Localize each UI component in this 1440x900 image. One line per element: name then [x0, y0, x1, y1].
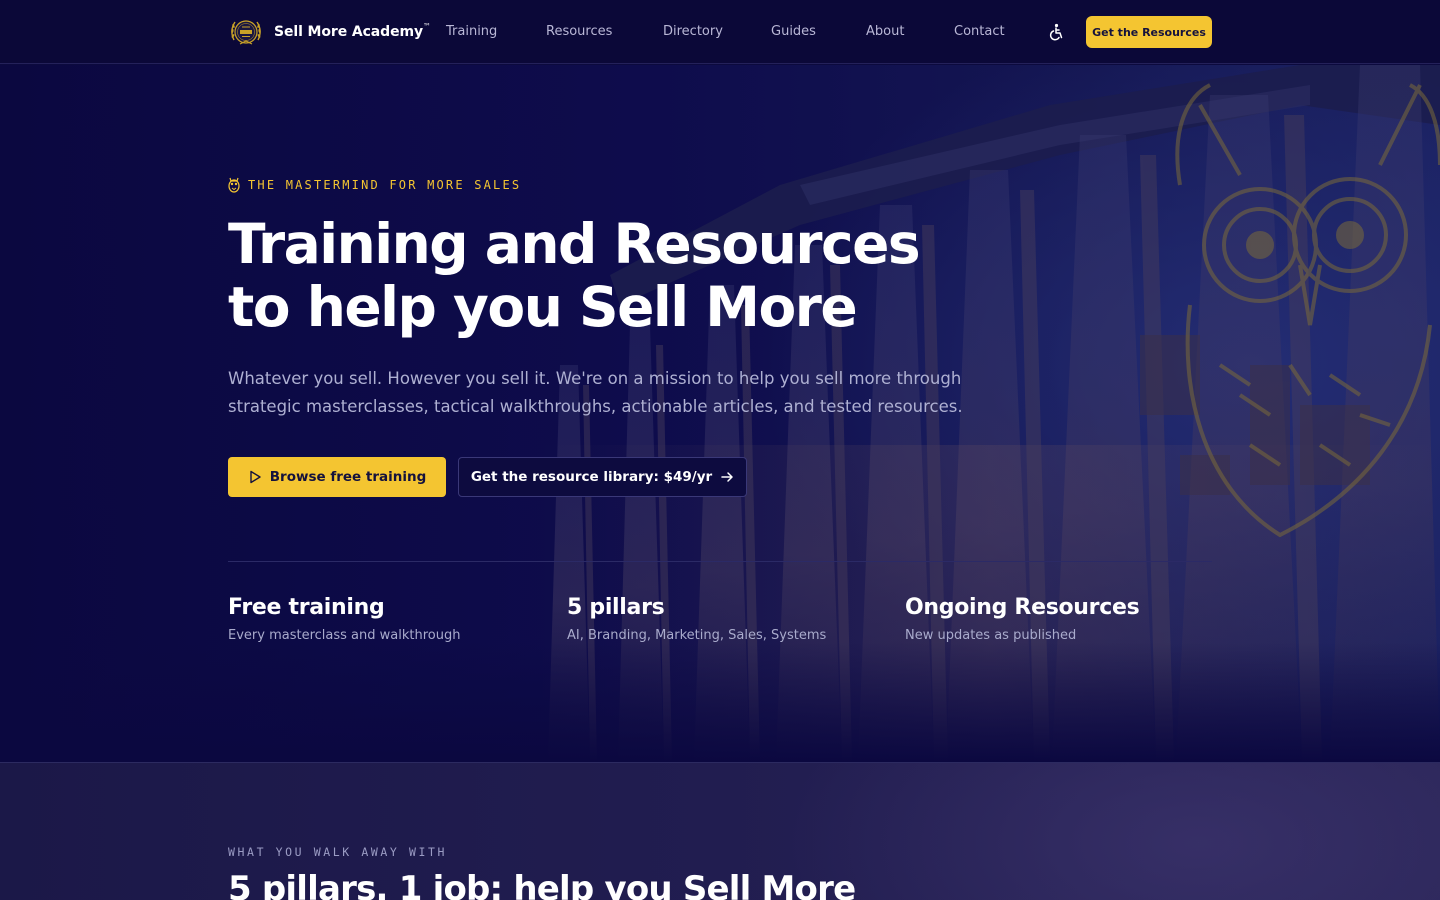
accessibility-icon[interactable] — [1046, 22, 1066, 42]
arrow-right-icon — [721, 472, 733, 482]
stat-description: AI, Branding, Marketing, Sales, Systems — [567, 628, 827, 643]
nav-item-contact[interactable]: Contact — [954, 24, 1005, 39]
top-navigation: Sell More Academy™ Training Resources Di… — [0, 0, 1440, 64]
stat-description: Every masterclass and walkthrough — [228, 628, 461, 643]
nav-item-directory[interactable]: Directory — [663, 24, 723, 39]
pillars-section: WHAT YOU WALK AWAY WITH 5 pillars. 1 job… — [0, 762, 1440, 900]
resource-library-button[interactable]: Get the resource library: $49/yr — [458, 457, 747, 497]
brand-link[interactable]: Sell More Academy™ — [228, 14, 431, 50]
hero-divider — [228, 561, 1212, 562]
stat-title: 5 pillars — [567, 595, 665, 620]
nav-item-guides[interactable]: Guides — [771, 24, 816, 39]
owl-icon — [228, 177, 240, 193]
hero-eyebrow: THE MASTERMIND FOR MORE SALES — [228, 176, 521, 194]
stat-pillars: 5 pillars AI, Branding, Marketing, Sales… — [567, 593, 826, 645]
hero-title: Training and Resources to help you Sell … — [228, 213, 988, 339]
get-resources-button[interactable]: Get the Resources — [1086, 16, 1212, 48]
stat-title: Free training — [228, 595, 385, 620]
trademark-mark: ™ — [423, 22, 431, 31]
hero-title-line-2: to help you Sell More — [228, 275, 858, 339]
pillars-eyebrow: WHAT YOU WALK AWAY WITH — [228, 845, 448, 859]
nav-item-about[interactable]: About — [866, 24, 904, 39]
pillars-title: 5 pillars. 1 job: help you Sell More — [228, 869, 856, 900]
hero-title-line-1: Training and Resources — [228, 212, 921, 276]
browse-free-training-button[interactable]: Browse free training — [228, 457, 446, 497]
hero-bottom-fade — [0, 642, 1440, 762]
nav-item-resources[interactable]: Resources — [546, 24, 612, 39]
stat-free-training: Free training Every masterclass and walk… — [228, 593, 460, 645]
laurel-badge-logo-icon — [231, 20, 261, 45]
play-icon — [250, 470, 261, 484]
hero-subtitle: Whatever you sell. However you sell it. … — [228, 369, 963, 416]
stat-description: New updates as published — [905, 628, 1077, 643]
resource-library-label: Get the resource library: $49/yr — [470, 469, 713, 485]
hero-section: THE MASTERMIND FOR MORE SALES Training a… — [0, 65, 1440, 762]
stat-ongoing-resources: Ongoing Resources New updates as publish… — [905, 593, 1140, 645]
brand-name: Sell More Academy™ — [274, 22, 431, 40]
stat-title: Ongoing Resources — [905, 595, 1140, 620]
nav-item-training[interactable]: Training — [446, 24, 497, 39]
browse-free-training-label: Browse free training — [269, 469, 427, 485]
hero-eyebrow-text: THE MASTERMIND FOR MORE SALES — [248, 178, 522, 192]
